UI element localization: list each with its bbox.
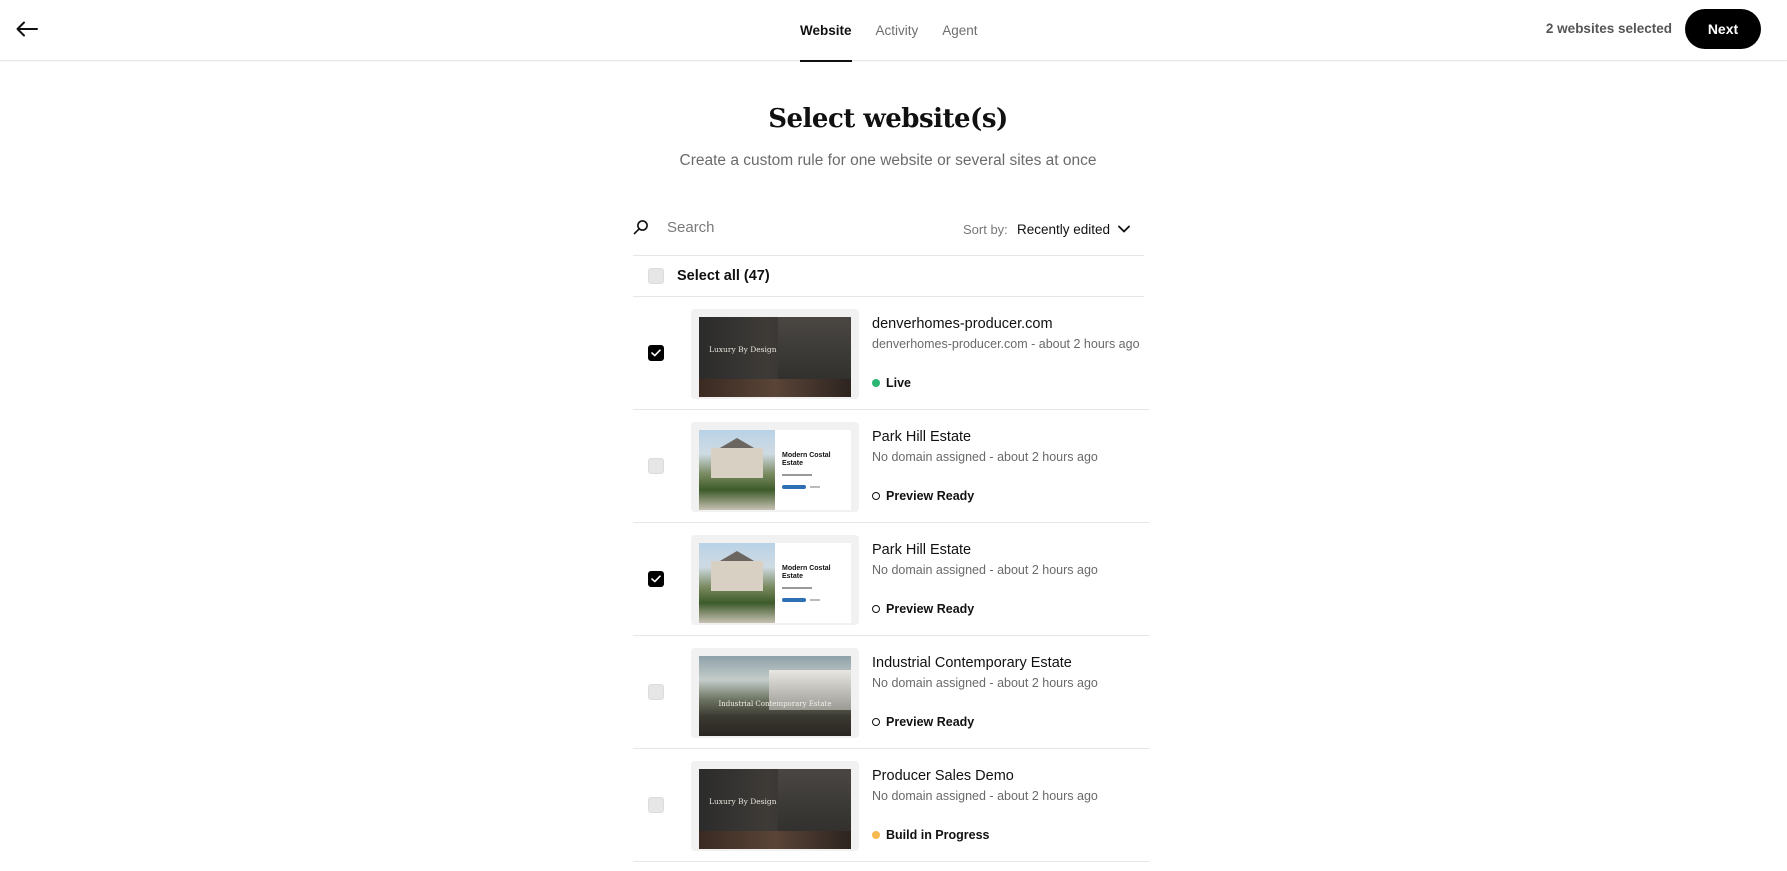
checkmark-icon <box>651 575 661 583</box>
status-badge: Live <box>872 376 911 390</box>
page-subtitle: Create a custom rule for one website or … <box>679 152 1097 169</box>
website-checkbox[interactable] <box>648 797 664 813</box>
website-row[interactable]: Luxury By Design Producer Sales Demo No … <box>633 749 1149 862</box>
status-badge: Preview Ready <box>872 602 974 616</box>
select-all-label: Select all (47) <box>677 268 770 284</box>
search-input[interactable] <box>667 214 947 240</box>
status-label: Preview Ready <box>886 489 975 503</box>
website-checkbox[interactable] <box>648 458 664 474</box>
website-thumbnail: Industrial Contemporary Estate <box>691 648 859 738</box>
status-dot-icon <box>872 831 880 839</box>
website-thumbnail: Luxury By Design <box>691 761 859 851</box>
next-button[interactable]: Next <box>1685 9 1761 49</box>
website-thumbnail: Luxury By Design <box>691 309 859 399</box>
thumbnail-text: Modern Costal Estate <box>782 452 831 467</box>
website-thumbnail: Modern Costal Estate <box>691 422 859 512</box>
list-toolbar: Sort by: Recently edited <box>633 212 1144 256</box>
website-row[interactable]: Industrial Contemporary Estate Industria… <box>633 636 1149 749</box>
sort-value: Recently edited <box>1017 221 1111 237</box>
status-label: Live <box>886 376 912 390</box>
website-row[interactable]: Modern Costal Estate Park Hill Estate No… <box>633 523 1149 636</box>
status-label: Preview Ready <box>886 602 975 616</box>
select-all-row: Select all (47) <box>633 256 1144 297</box>
search-icon <box>633 220 648 235</box>
website-name: Industrial Contemporary Estate <box>872 655 1072 671</box>
website-meta: No domain assigned - about 2 hours ago <box>872 563 1098 577</box>
status-label: Preview Ready <box>886 715 975 729</box>
tab-website[interactable]: Website <box>800 0 852 62</box>
chevron-down-icon <box>1118 225 1130 233</box>
status-badge: Build in Progress <box>872 828 990 842</box>
website-row[interactable]: Modern Costal Estate Park Hill Estate No… <box>633 410 1149 523</box>
thumbnail-text: Modern Costal Estate <box>782 565 831 580</box>
website-checkbox[interactable] <box>648 345 664 361</box>
website-name: denverhomes-producer.com <box>872 316 1053 332</box>
select-all-checkbox[interactable] <box>648 268 664 284</box>
website-name: Producer Sales Demo <box>872 768 1014 784</box>
checkmark-icon <box>651 349 661 357</box>
website-name: Park Hill Estate <box>872 542 972 558</box>
selected-count: 2 websites selected <box>1545 21 1672 36</box>
tab-bar: Website Activity Agent <box>800 0 978 62</box>
status-badge: Preview Ready <box>872 489 974 503</box>
tab-activity[interactable]: Activity <box>876 0 919 61</box>
website-checkbox[interactable] <box>648 571 664 587</box>
website-checkbox[interactable] <box>648 684 664 700</box>
thumbnail-text: Luxury By Design <box>709 345 777 354</box>
sort-dropdown[interactable]: Recently edited <box>1017 218 1130 240</box>
status-dot-icon <box>872 379 880 387</box>
thumbnail-text: Luxury By Design <box>709 797 777 806</box>
status-label: Build in Progress <box>886 828 990 842</box>
website-name: Park Hill Estate <box>872 429 972 445</box>
website-row[interactable]: Luxury By Design denverhomes-producer.co… <box>633 297 1149 410</box>
back-button[interactable] <box>14 16 40 42</box>
thumbnail-text: Industrial Contemporary Estate <box>718 700 832 708</box>
page-title: Select website(s) <box>768 104 1008 134</box>
website-meta: denverhomes-producer.com - about 2 hours… <box>872 337 1140 351</box>
tab-agent[interactable]: Agent <box>942 0 977 61</box>
status-badge: Preview Ready <box>872 715 974 729</box>
website-meta: No domain assigned - about 2 hours ago <box>872 789 1098 803</box>
website-list: Luxury By Design denverhomes-producer.co… <box>633 297 1149 862</box>
arrow-left-icon <box>16 21 38 37</box>
website-thumbnail: Modern Costal Estate <box>691 535 859 625</box>
status-dot-icon <box>872 605 880 613</box>
website-meta: No domain assigned - about 2 hours ago <box>872 450 1098 464</box>
status-dot-icon <box>872 718 880 726</box>
status-dot-icon <box>872 492 880 500</box>
website-meta: No domain assigned - about 2 hours ago <box>872 676 1098 690</box>
top-bar: Website Activity Agent 2 websites select… <box>0 0 1787 62</box>
sort-label: Sort by: <box>963 222 1008 237</box>
